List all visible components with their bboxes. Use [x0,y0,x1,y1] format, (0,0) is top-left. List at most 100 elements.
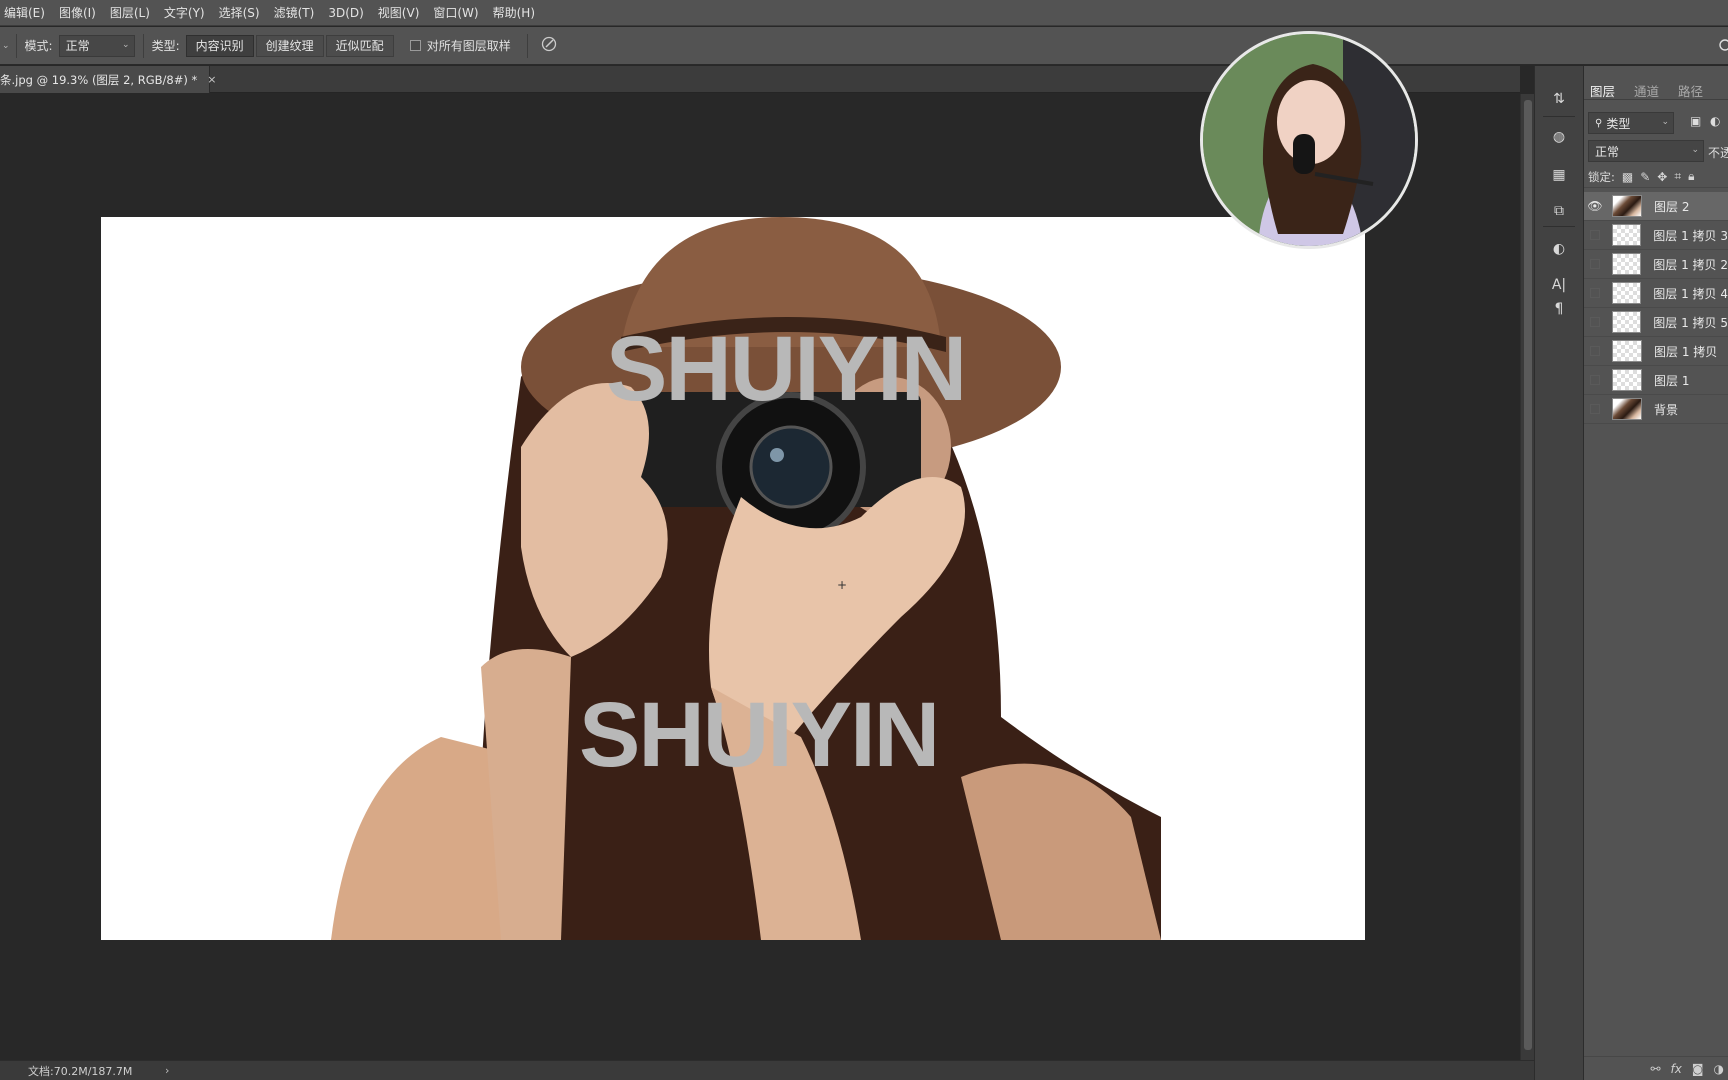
link-icon[interactable]: ⚯ [1650,1062,1660,1076]
menu-layer[interactable]: 图层(L) [110,4,150,21]
chevron-down-icon[interactable]: ⌄ [2,41,10,51]
layer-thumbnail [1611,311,1642,333]
character-icon[interactable]: A| [1548,274,1570,296]
divider [1543,226,1575,227]
adjustments-icon[interactable]: ◐ [1548,238,1570,260]
type-proximity-match-button[interactable]: 近似匹配 [325,34,394,57]
menu-filter[interactable]: 滤镜(T) [274,4,315,21]
visibility-toggle[interactable] [1590,259,1600,269]
layer-row[interactable]: 图层 1 拷贝 2 [1584,250,1728,279]
menu-select[interactable]: 选择(S) [219,4,260,21]
search-icon[interactable] [1718,37,1728,56]
chevron-down-icon: ⌄ [122,39,130,50]
layer-thumbnail [1611,282,1642,304]
layer-thumbnail [1611,224,1642,246]
paragraph-icon[interactable]: ¶ [1548,298,1570,320]
menu-help[interactable]: 帮助(H) [493,4,535,21]
libraries-icon[interactable]: ⧉ [1548,200,1570,222]
watermark-text-top: SHUIYIN [606,318,967,420]
mode-label: 模式: [24,39,53,53]
visibility-toggle[interactable] [1590,288,1600,298]
webcam-presenter-image [1203,34,1415,246]
lock-move-icon[interactable]: ✥ [1657,170,1667,184]
menu-type[interactable]: 文字(Y) [164,4,205,21]
status-bar: 文档:70.2M/187.7M › [0,1060,1534,1080]
visibility-toggle[interactable] [1590,346,1600,356]
sample-all-layers-checkbox[interactable] [409,40,421,51]
layer-name: 图层 1 拷贝 5 [1653,315,1728,330]
layer-row[interactable]: 图层 1 拷贝 3 [1584,221,1728,250]
lock-transparent-icon[interactable]: ▩ [1622,170,1633,184]
menu-window[interactable]: 窗口(W) [433,4,478,21]
type-content-aware-button[interactable]: 内容识别 [185,34,254,57]
mask-icon[interactable]: ◙ [1692,1062,1704,1076]
adjustment-filter-icon[interactable]: ◐ [1710,114,1720,128]
pressure-brush-icon[interactable] [540,35,558,57]
panel-tabs: 图层 通道 路径 [1584,74,1728,100]
close-icon[interactable]: × [207,73,216,86]
watermark-text-bottom: SHUIYIN [579,684,940,786]
options-bar: ⌄ 模式: 正常 ⌄ 类型: 内容识别 创建纹理 近似匹配 对所有图层取样 [0,27,1728,65]
tab-layers[interactable]: 图层 [1590,81,1615,100]
lock-row: 锁定: ▩ ✎ ✥ ⌗ 🔒︎ [1584,166,1728,188]
vertical-scrollbar[interactable] [1520,94,1534,1060]
layer-row[interactable]: 背景 [1584,395,1728,424]
webcam-overlay [1200,31,1418,249]
type-create-texture-button[interactable]: 创建纹理 [255,34,324,57]
layer-filter-value: 类型 [1606,116,1631,131]
visibility-toggle[interactable] [1590,404,1600,414]
crosshair-cursor-icon: + [837,578,848,592]
blend-mode-select[interactable]: 正常 ⌄ [1588,140,1704,162]
panel-icon-strip: ⇅ ◍ ▦ ⧉ ◐ A| ¶ [1534,66,1584,1080]
lock-all-icon[interactable]: 🔒︎ [1688,169,1694,184]
divider [142,33,144,58]
eye-icon[interactable]: 👁︎ [1584,199,1606,213]
tab-paths[interactable]: 路径 [1678,81,1703,100]
layer-list: 👁︎ 图层 2 图层 1 拷贝 3 图层 1 拷贝 2 图层 1 拷贝 4 图层… [1584,192,1728,424]
lock-brush-icon[interactable]: ✎ [1640,170,1650,184]
menu-image[interactable]: 图像(I) [59,4,96,21]
lock-artboard-icon[interactable]: ⌗ [1674,169,1681,184]
document-tab[interactable]: 条.jpg @ 19.3% (图层 2, RGB/8#) * × [0,66,216,93]
document-image[interactable]: SHUIYIN SHUIYIN + [101,217,1365,940]
swatches-grid-icon[interactable]: ▦ [1548,164,1570,186]
layer-name: 图层 1 拷贝 [1654,344,1718,359]
mode-value: 正常 [65,39,90,53]
layers-panel-footer: ⚯ fx ◙ ◑ [1584,1056,1728,1080]
layer-row[interactable]: 图层 1 拷贝 5 [1584,308,1728,337]
mode-select[interactable]: 正常 ⌄ [58,34,135,57]
layer-row[interactable]: 图层 1 拷贝 4 [1584,279,1728,308]
layer-row[interactable]: 👁︎ 图层 2 [1584,192,1728,221]
scrollbar-thumb[interactable] [1524,100,1532,1050]
opacity-label: 不透 [1708,146,1728,160]
menu-edit[interactable]: 编辑(E) [4,4,45,21]
history-icon[interactable]: ⇅ [1548,88,1570,110]
tab-channels[interactable]: 通道 [1634,81,1659,100]
fx-icon[interactable]: fx [1671,1062,1682,1076]
chevron-down-icon: ⌄ [1661,117,1669,127]
layer-name: 图层 1 拷贝 3 [1653,228,1728,243]
visibility-toggle[interactable] [1590,317,1600,327]
visibility-toggle[interactable] [1590,375,1600,385]
layer-row[interactable]: 图层 1 拷贝 [1584,337,1728,366]
divider [526,33,528,58]
menu-view[interactable]: 视图(V) [378,4,420,21]
search-icon: ⚲ [1595,117,1603,129]
menu-3d[interactable]: 3D(D) [328,6,363,20]
chevron-right-icon[interactable]: › [165,1064,169,1077]
layer-filter-select[interactable]: ⚲ 类型 ⌄ [1588,112,1674,134]
layer-name: 背景 [1654,402,1679,417]
layer-name: 图层 2 [1654,199,1690,214]
adjustment-icon[interactable]: ◑ [1714,1062,1724,1076]
layer-thumbnail [1611,253,1642,275]
layer-thumbnail [1612,340,1642,362]
image-filter-icon[interactable]: ▣ [1690,114,1701,128]
document-tab-title: 条.jpg @ 19.3% (图层 2, RGB/8#) * [0,72,198,87]
visibility-toggle[interactable] [1590,230,1600,240]
layer-row[interactable]: 图层 1 [1584,366,1728,395]
type-label: 类型: [151,39,180,53]
color-palette-icon[interactable]: ◍ [1548,126,1570,148]
menu-bar: 编辑(E) 图像(I) 图层(L) 文字(Y) 选择(S) 滤镜(T) 3D(D… [0,0,1728,26]
layer-name: 图层 1 [1654,373,1690,388]
divider [1543,116,1575,117]
